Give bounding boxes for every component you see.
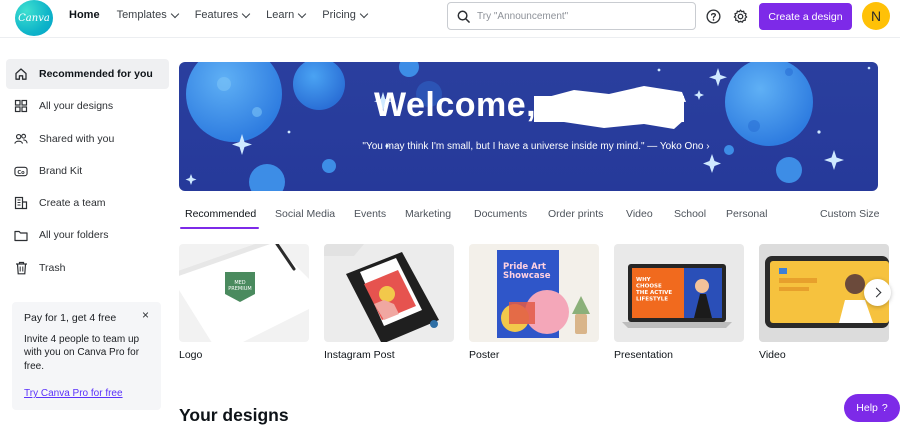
- welcome-heading: Welcome,: [374, 86, 537, 124]
- sidebar-item-create-team[interactable]: Create a team: [6, 188, 169, 218]
- home-icon: [14, 67, 28, 81]
- template-card-presentation[interactable]: WHY CHOOSE THE ACTIVE LIFESTYLE Presenta…: [614, 244, 744, 361]
- tab-social-media[interactable]: Social Media: [275, 208, 335, 220]
- card-label: Logo: [179, 349, 203, 361]
- nav-home-label: Home: [69, 9, 100, 21]
- presentation-thumb-line: WHY: [636, 277, 652, 283]
- template-card-poster[interactable]: Pride Art Showcase Poster: [469, 244, 599, 361]
- tab-custom-size[interactable]: Custom Size: [820, 208, 880, 220]
- tab-marketing[interactable]: Marketing: [405, 208, 451, 220]
- nav-features-label: Features: [194, 9, 239, 21]
- nav-templates[interactable]: Templates: [116, 9, 179, 21]
- category-tabs: Recommended Social Media Events Marketin…: [180, 208, 880, 230]
- presentation-thumb-line: LIFESTYLE: [636, 297, 668, 303]
- nav-features[interactable]: Features: [194, 9, 251, 21]
- search-box[interactable]: [447, 2, 696, 30]
- tab-school[interactable]: School: [674, 208, 706, 220]
- template-card-instagram-post[interactable]: Instagram Post: [324, 244, 454, 361]
- brand-kit-icon: Co: [14, 164, 28, 178]
- shared-users-icon: [14, 132, 28, 146]
- nav-pricing[interactable]: Pricing: [322, 9, 369, 21]
- chevron-down-icon: [298, 9, 307, 18]
- presentation-thumb-line: THE ACTIVE: [636, 290, 672, 296]
- try-canva-pro-link[interactable]: Try Canva Pro for free: [24, 387, 149, 401]
- sidebar-item-label: Shared with you: [39, 132, 115, 145]
- sidebar-item-label: All your designs: [39, 100, 114, 113]
- poster-thumb-line: Showcase: [503, 271, 551, 281]
- card-label: Instagram Post: [324, 349, 395, 361]
- logo-thumb-line: PREMIUM: [228, 286, 251, 292]
- chevron-down-icon: [170, 9, 179, 18]
- banner-quote-link[interactable]: "You may think I'm small, but I have a u…: [361, 140, 711, 154]
- presentation-thumbnail: WHY CHOOSE THE ACTIVE LIFESTYLE: [614, 244, 744, 342]
- presentation-thumb-line: CHOOSE: [636, 284, 662, 290]
- tab-order-prints[interactable]: Order prints: [548, 208, 603, 220]
- help-circle-icon[interactable]: [704, 7, 722, 25]
- chevron-down-icon: [359, 9, 369, 18]
- team-building-icon: [14, 196, 28, 210]
- svg-text:Pride Art Showcase: Pride Art Showcase: [503, 262, 551, 281]
- grid-icon: [14, 99, 28, 113]
- sidebar-item-folders[interactable]: All your folders: [6, 220, 169, 250]
- chevron-down-icon: [241, 9, 251, 18]
- tab-video[interactable]: Video: [626, 208, 653, 220]
- promo-card: Pay for 1, get 4 free × Invite 4 people …: [12, 302, 161, 410]
- promo-title: Pay for 1, get 4 free: [24, 312, 117, 324]
- trash-icon: [14, 261, 28, 275]
- template-card-logo[interactable]: MED PREMIUM Logo: [179, 244, 309, 361]
- instagram-thumbnail: [324, 244, 454, 342]
- banner-illustration: [185, 62, 871, 191]
- sidebar-item-label: Recommended for you: [39, 68, 153, 80]
- top-bar: Canva Home Templates Features Learn Pric…: [0, 0, 900, 38]
- chevron-right-icon: [871, 287, 881, 298]
- tab-recommended[interactable]: Recommended: [185, 208, 256, 220]
- redacted-username: [534, 86, 686, 129]
- tab-personal[interactable]: Personal: [726, 208, 767, 220]
- sidebar-item-trash[interactable]: Trash: [6, 253, 169, 283]
- sidebar-item-label: Create a team: [39, 197, 106, 210]
- sidebar-item-brand-kit[interactable]: Co Brand Kit: [6, 156, 169, 186]
- nav-templates-label: Templates: [116, 9, 167, 21]
- folder-icon: [14, 228, 28, 242]
- top-nav: Home Templates Features Learn Pricing: [69, 9, 369, 21]
- sidebar-item-label: Brand Kit: [39, 164, 83, 177]
- canva-logo[interactable]: Canva: [15, 0, 53, 36]
- nav-learn[interactable]: Learn: [266, 9, 307, 21]
- sidebar-item-recommended[interactable]: Recommended for you: [6, 59, 169, 89]
- help-button[interactable]: Help ?: [844, 394, 900, 422]
- search-icon: [457, 10, 470, 23]
- card-label: Poster: [469, 349, 500, 361]
- settings-icon[interactable]: [731, 7, 749, 25]
- sidebar-item-label: All your folders: [39, 229, 109, 242]
- nav-home[interactable]: Home: [69, 9, 100, 21]
- help-label: Help: [856, 402, 878, 414]
- tab-documents[interactable]: Documents: [474, 208, 527, 220]
- logo-thumbnail: MED PREMIUM: [179, 244, 309, 342]
- your-designs-heading: Your designs: [179, 405, 289, 425]
- sidebar: Recommended for you All your designs Sha…: [0, 59, 175, 285]
- question-mark-icon: ?: [881, 402, 888, 414]
- create-design-button[interactable]: Create a design: [759, 3, 852, 30]
- poster-thumbnail: Pride Art Showcase: [469, 244, 599, 342]
- tab-events[interactable]: Events: [354, 208, 386, 220]
- active-tab-indicator: [180, 227, 259, 229]
- promo-body: Invite 4 people to team up with you on C…: [24, 333, 140, 372]
- welcome-banner: Welcome, "You may think I'm small, but I…: [179, 62, 878, 191]
- nav-learn-label: Learn: [266, 9, 295, 21]
- sidebar-item-shared[interactable]: Shared with you: [6, 124, 169, 154]
- close-icon[interactable]: ×: [142, 308, 149, 323]
- nav-pricing-label: Pricing: [322, 9, 356, 21]
- svg-text:Co: Co: [17, 170, 25, 176]
- card-label: Video: [759, 349, 786, 361]
- card-label: Presentation: [614, 349, 673, 361]
- search-input[interactable]: [477, 10, 677, 22]
- avatar[interactable]: N: [862, 2, 890, 30]
- carousel-next-button[interactable]: [864, 279, 891, 306]
- sidebar-item-label: Trash: [39, 261, 66, 274]
- sidebar-item-all-designs[interactable]: All your designs: [6, 91, 169, 121]
